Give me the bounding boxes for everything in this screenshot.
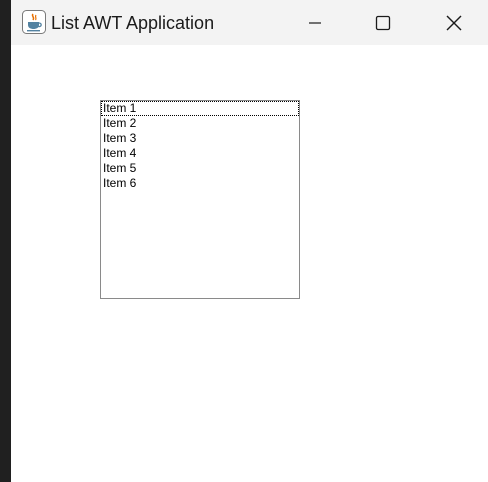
maximize-button[interactable] xyxy=(349,0,417,45)
app-window: List AWT Application Item 1 Item 2 Item … xyxy=(11,0,488,482)
maximize-icon xyxy=(375,15,391,30)
minimize-icon xyxy=(309,21,321,24)
window-title: List AWT Application xyxy=(51,13,215,33)
close-icon xyxy=(446,15,462,30)
java-cup-icon xyxy=(22,10,46,34)
item-list[interactable]: Item 1 Item 2 Item 3 Item 4 Item 5 Item … xyxy=(100,100,300,299)
list-item[interactable]: Item 6 xyxy=(101,176,299,191)
title-bar[interactable]: List AWT Application xyxy=(11,0,488,45)
list-item[interactable]: Item 4 xyxy=(101,146,299,161)
list-item[interactable]: Item 2 xyxy=(101,116,299,131)
list-item[interactable]: Item 3 xyxy=(101,131,299,146)
minimize-button[interactable] xyxy=(281,0,349,45)
close-button[interactable] xyxy=(420,0,488,45)
list-item[interactable]: Item 1 xyxy=(101,101,299,116)
client-area: Item 1 Item 2 Item 3 Item 4 Item 5 Item … xyxy=(11,45,488,482)
list-item[interactable]: Item 5 xyxy=(101,161,299,176)
